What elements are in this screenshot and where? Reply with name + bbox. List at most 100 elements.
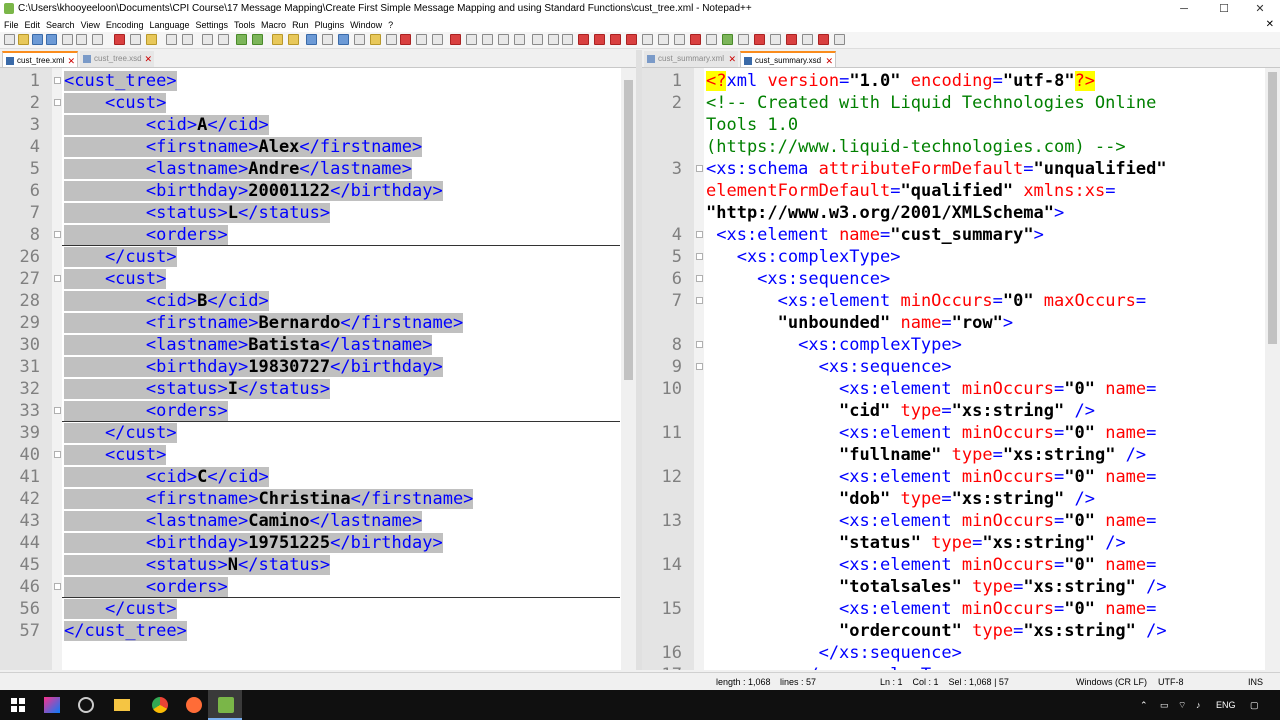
word-wrap-icon[interactable] bbox=[306, 34, 317, 45]
taskbar-postman[interactable] bbox=[176, 690, 210, 720]
input-language[interactable]: ENG bbox=[1216, 690, 1236, 720]
plugin-2-icon[interactable] bbox=[548, 34, 559, 45]
scrollbar-thumb[interactable] bbox=[1268, 72, 1277, 344]
menu-search[interactable]: Search bbox=[46, 20, 75, 30]
menu-view[interactable]: View bbox=[81, 20, 100, 30]
monitoring-icon[interactable] bbox=[416, 34, 427, 45]
plugin-12-icon[interactable] bbox=[818, 34, 829, 45]
copy-icon[interactable] bbox=[130, 34, 141, 45]
menu-tools[interactable]: Tools bbox=[234, 20, 255, 30]
sync-horizontal-icon[interactable] bbox=[288, 34, 299, 45]
menu-language[interactable]: Language bbox=[149, 20, 189, 30]
play-macro-icon[interactable] bbox=[482, 34, 493, 45]
left-code-area[interactable]: 1 <cust_tree> 2 <cust> 3 <cid>A</cid> 4 <fir… bbox=[0, 68, 622, 670]
undo-icon[interactable] bbox=[166, 34, 177, 45]
plugin-4-icon[interactable] bbox=[690, 34, 701, 45]
zoom-out-icon[interactable] bbox=[252, 34, 263, 45]
fold-toggle-icon[interactable] bbox=[696, 253, 703, 260]
show-all-chars-icon[interactable] bbox=[322, 34, 333, 45]
status-encoding[interactable]: UTF-8 bbox=[1158, 673, 1184, 691]
run-macro-multiple-icon[interactable] bbox=[498, 34, 509, 45]
fold-toggle-icon[interactable] bbox=[696, 341, 703, 348]
close-document-icon[interactable]: ✕ bbox=[1266, 18, 1274, 32]
menu-window[interactable]: Window bbox=[350, 20, 382, 30]
taskbar-intellij[interactable] bbox=[34, 690, 68, 720]
tab-cust-tree-xml[interactable]: cust_tree.xml ✕ bbox=[2, 51, 78, 67]
taskbar-chrome[interactable] bbox=[142, 690, 176, 720]
bookmark-clear-icon[interactable] bbox=[626, 34, 637, 45]
fold-toggle-icon[interactable] bbox=[54, 99, 61, 106]
language-udl-icon[interactable] bbox=[354, 34, 365, 45]
left-vertical-scrollbar[interactable] bbox=[621, 68, 636, 670]
fold-toggle-icon[interactable] bbox=[54, 407, 61, 414]
tab-close-icon[interactable]: ✕ bbox=[144, 51, 152, 67]
view-icon[interactable] bbox=[432, 34, 443, 45]
folder-workspace-icon[interactable] bbox=[400, 34, 411, 45]
function-list-icon[interactable] bbox=[386, 34, 397, 45]
plugin-icon[interactable] bbox=[532, 34, 543, 45]
battery-icon[interactable]: ▭ bbox=[1160, 690, 1169, 720]
taskbar-file-explorer[interactable] bbox=[104, 690, 138, 720]
fold-toggle-icon[interactable] bbox=[696, 297, 703, 304]
tab-cust-summary-xml[interactable]: cust_summary.xml ✕ bbox=[644, 51, 738, 67]
plugin-11-icon[interactable] bbox=[802, 34, 813, 45]
tab-close-icon[interactable]: ✕ bbox=[728, 51, 736, 67]
print-icon[interactable] bbox=[92, 34, 103, 45]
volume-icon[interactable]: ♪ bbox=[1196, 690, 1201, 720]
fold-toggle-icon[interactable] bbox=[696, 231, 703, 238]
maximize-button[interactable]: ☐ bbox=[1204, 0, 1244, 18]
zoom-in-icon[interactable] bbox=[236, 34, 247, 45]
save-macro-icon[interactable] bbox=[514, 34, 525, 45]
menu-plugins[interactable]: Plugins bbox=[315, 20, 345, 30]
status-insert-mode[interactable]: INS bbox=[1248, 673, 1263, 691]
taskbar-obs[interactable] bbox=[68, 690, 102, 720]
minimize-button[interactable]: ─ bbox=[1164, 0, 1204, 18]
bookmark-next-icon[interactable] bbox=[610, 34, 621, 45]
tab-close-icon[interactable]: ✕ bbox=[825, 53, 833, 69]
fold-toggle-icon[interactable] bbox=[696, 363, 703, 370]
stop-macro-icon[interactable] bbox=[466, 34, 477, 45]
cut-icon[interactable] bbox=[114, 34, 125, 45]
close-all-icon[interactable] bbox=[76, 34, 87, 45]
plugin-8-icon[interactable] bbox=[754, 34, 765, 45]
tray-chevron-icon[interactable]: ⌃ bbox=[1140, 690, 1148, 720]
compare-icon[interactable] bbox=[642, 34, 653, 45]
fold-toggle-icon[interactable] bbox=[54, 275, 61, 282]
replace-icon[interactable] bbox=[218, 34, 229, 45]
tab-cust-summary-xsd[interactable]: cust_summary.xsd ✕ bbox=[740, 51, 836, 67]
fold-toggle-icon[interactable] bbox=[54, 231, 61, 238]
taskbar-notepadpp[interactable] bbox=[208, 690, 242, 720]
menu-settings[interactable]: Settings bbox=[196, 20, 229, 30]
plugin-13-icon[interactable] bbox=[834, 34, 845, 45]
menu-edit[interactable]: Edit bbox=[25, 20, 41, 30]
new-file-icon[interactable] bbox=[4, 34, 15, 45]
start-button[interactable] bbox=[0, 690, 34, 720]
find-icon[interactable] bbox=[202, 34, 213, 45]
compare-next-icon[interactable] bbox=[674, 34, 685, 45]
plugin-5-icon[interactable] bbox=[706, 34, 717, 45]
close-button[interactable]: ✕ bbox=[1240, 0, 1280, 18]
record-macro-icon[interactable] bbox=[450, 34, 461, 45]
menu-run[interactable]: Run bbox=[292, 20, 309, 30]
plugin-6-icon[interactable] bbox=[722, 34, 733, 45]
fold-toggle-icon[interactable] bbox=[696, 165, 703, 172]
compare-prev-icon[interactable] bbox=[658, 34, 669, 45]
bookmark-prev-icon[interactable] bbox=[594, 34, 605, 45]
status-eol[interactable]: Windows (CR LF) bbox=[1076, 673, 1147, 691]
menu-macro[interactable]: Macro bbox=[261, 20, 286, 30]
plugin-3-icon[interactable] bbox=[562, 34, 573, 45]
indent-guide-icon[interactable] bbox=[338, 34, 349, 45]
plugin-10-icon[interactable] bbox=[786, 34, 797, 45]
bookmark-icon[interactable] bbox=[578, 34, 589, 45]
menu-encoding[interactable]: Encoding bbox=[106, 20, 144, 30]
right-vertical-scrollbar[interactable] bbox=[1265, 68, 1280, 670]
document-map-icon[interactable] bbox=[370, 34, 381, 45]
open-file-icon[interactable] bbox=[18, 34, 29, 45]
network-icon[interactable]: ⌔ bbox=[1178, 690, 1186, 720]
plugin-7-icon[interactable] bbox=[738, 34, 749, 45]
fold-toggle-icon[interactable] bbox=[696, 275, 703, 282]
tab-cust-tree-xsd[interactable]: cust_tree.xsd ✕ bbox=[80, 51, 154, 67]
redo-icon[interactable] bbox=[182, 34, 193, 45]
notification-icon[interactable]: ▢ bbox=[1250, 690, 1259, 720]
right-code-area[interactable]: 1 <?xml version="1.0" encoding="utf-8"?> 2… bbox=[642, 68, 1264, 670]
